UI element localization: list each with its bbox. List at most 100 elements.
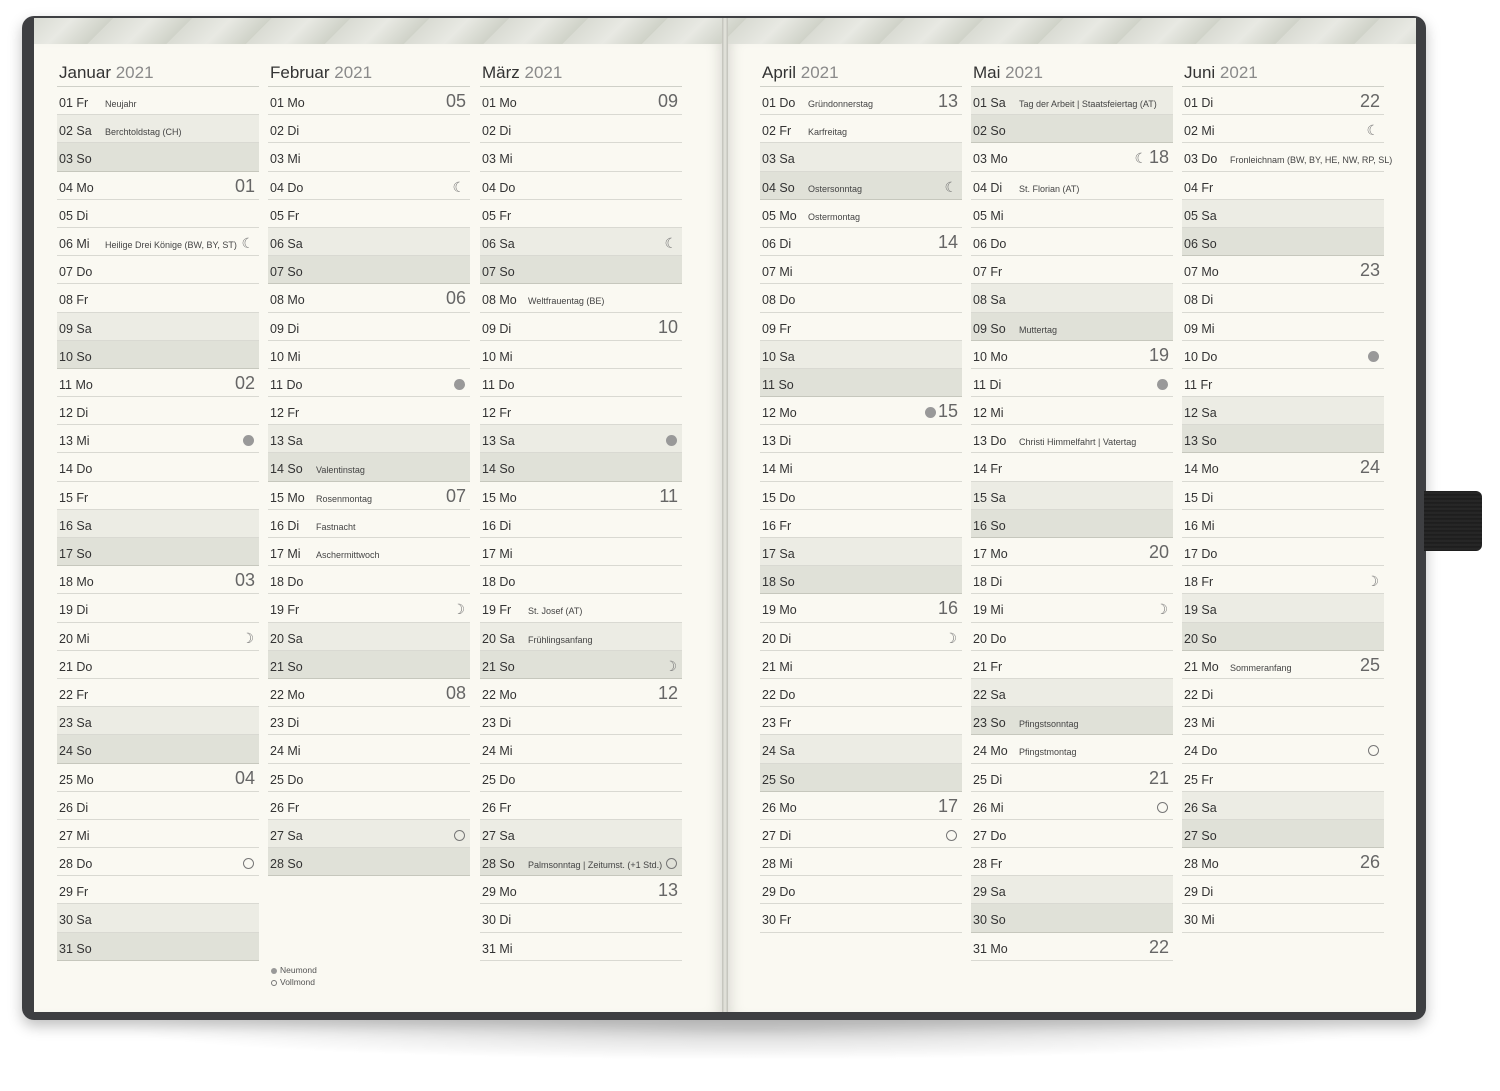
day-row[interactable]: 11 Do — [480, 369, 682, 398]
day-row[interactable]: 04 Mo 01 — [57, 172, 259, 200]
day-row[interactable]: 08 Di — [1182, 284, 1384, 313]
day-row[interactable]: 03 Mo 18 ☾ — [971, 143, 1173, 172]
day-row[interactable]: 25 Do — [480, 764, 682, 792]
day-row[interactable]: 26 Fr — [480, 792, 682, 820]
day-row[interactable]: 14 Mo 24 — [1182, 453, 1384, 482]
day-row[interactable]: 29 Fr — [57, 876, 259, 905]
day-row[interactable]: 27 So — [1182, 819, 1384, 849]
day-row[interactable]: 03 Mi — [480, 143, 682, 172]
day-row[interactable]: 22 Di — [1182, 679, 1384, 708]
day-row[interactable]: 21 Mo Sommeranfang 25 — [1182, 651, 1384, 679]
day-row[interactable]: 28 So — [268, 848, 470, 877]
day-row[interactable]: 12 Di — [57, 397, 259, 426]
day-row[interactable]: 08 Mo Weltfrauentag (BE) — [480, 284, 682, 313]
day-row[interactable]: 22 Do — [760, 679, 962, 708]
day-row[interactable]: 05 Di — [57, 200, 259, 228]
day-row[interactable]: 17 So — [57, 538, 259, 567]
day-row[interactable]: 06 Di 14 — [760, 228, 962, 257]
day-row[interactable]: 29 Sa — [971, 876, 1173, 905]
day-row[interactable]: 03 Sa — [760, 143, 962, 172]
day-row[interactable]: 30 Mi — [1182, 904, 1384, 933]
day-row[interactable]: 20 So — [1182, 622, 1384, 651]
day-row[interactable]: 10 Mi — [268, 341, 470, 369]
day-row[interactable]: 22 Mo 12 — [480, 679, 682, 708]
day-row[interactable]: 24 Mo Pfingstmontag — [971, 735, 1173, 764]
day-row[interactable]: 28 Fr — [971, 848, 1173, 877]
day-row[interactable]: 06 Sa — [268, 227, 470, 257]
day-row[interactable]: 01 Mo 09 — [480, 87, 682, 116]
day-row[interactable]: 04 Di St. Florian (AT) — [971, 172, 1173, 200]
day-row[interactable]: 26 Mi — [971, 792, 1173, 820]
day-row[interactable]: 11 Di — [971, 369, 1173, 398]
day-row[interactable]: 02 Di — [268, 115, 470, 144]
day-row[interactable]: 07 Do — [57, 256, 259, 285]
day-row[interactable]: 18 Do — [480, 566, 682, 595]
day-row[interactable]: 22 Fr — [57, 679, 259, 708]
day-row[interactable]: 08 Do — [760, 284, 962, 313]
day-row[interactable]: 06 So — [1182, 227, 1384, 257]
day-row[interactable]: 16 Di Fastnacht — [268, 510, 470, 538]
day-row[interactable]: 09 Sa — [57, 312, 259, 341]
day-row[interactable]: 24 So — [57, 735, 259, 764]
day-row[interactable]: 09 So Muttertag — [971, 312, 1173, 341]
day-row[interactable]: 20 Do — [971, 623, 1173, 651]
day-row[interactable]: 30 So — [971, 904, 1173, 933]
day-row[interactable]: 15 Mo Rosenmontag 07 — [268, 482, 470, 510]
day-row[interactable]: 13 Sa — [480, 425, 682, 454]
day-row[interactable]: 02 Sa Berchtoldstag (CH) — [57, 115, 259, 144]
day-row[interactable]: 08 Mo 06 — [268, 284, 470, 313]
day-row[interactable]: 14 So Valentinstag — [268, 453, 470, 482]
day-row[interactable]: 17 Mo 20 — [971, 538, 1173, 567]
day-row[interactable]: 28 Do — [57, 848, 259, 877]
day-row[interactable]: 03 Mi — [268, 143, 470, 172]
day-row[interactable]: 20 Mi ☽ — [57, 623, 259, 651]
day-row[interactable]: 25 Mo 04 — [57, 764, 259, 792]
day-row[interactable]: 07 Mo 23 — [1182, 256, 1384, 285]
day-row[interactable]: 01 Do Gründonnerstag 13 — [760, 87, 962, 116]
day-row[interactable]: 24 Mi — [480, 735, 682, 764]
day-row[interactable]: 28 Mo 26 — [1182, 848, 1384, 877]
day-row[interactable]: 04 Do — [480, 172, 682, 200]
day-row[interactable]: 07 Fr — [971, 256, 1173, 285]
day-row[interactable]: 23 Di — [480, 707, 682, 736]
day-row[interactable]: 29 Mo 13 — [480, 876, 682, 905]
day-row[interactable]: 20 Sa Frühlingsanfang — [480, 622, 682, 651]
day-row[interactable]: 02 So — [971, 115, 1173, 144]
day-row[interactable]: 23 Sa — [57, 707, 259, 736]
day-row[interactable]: 12 Fr — [480, 397, 682, 426]
day-row[interactable]: 19 Mo 16 — [760, 594, 962, 623]
day-row[interactable]: 30 Fr — [760, 904, 962, 933]
day-row[interactable]: 26 Fr — [268, 792, 470, 820]
day-row[interactable]: 09 Fr — [760, 313, 962, 341]
day-row[interactable]: 29 Do — [760, 876, 962, 905]
day-row[interactable]: 14 So — [480, 453, 682, 482]
day-row[interactable]: 18 Do — [268, 566, 470, 595]
day-row[interactable]: 18 Mo 03 — [57, 566, 259, 595]
day-row[interactable]: 10 Sa — [760, 340, 962, 369]
day-row[interactable]: 19 Di — [57, 594, 259, 623]
day-row[interactable]: 26 Mo 17 — [760, 792, 962, 820]
day-row[interactable]: 16 So — [971, 509, 1173, 538]
day-row[interactable]: 18 Di — [971, 566, 1173, 595]
day-row[interactable]: 02 Di — [480, 115, 682, 144]
day-row[interactable]: 19 Sa — [1182, 594, 1384, 623]
day-row[interactable]: 23 Fr — [760, 707, 962, 736]
day-row[interactable]: 19 Fr St. Josef (AT) — [480, 594, 682, 623]
day-row[interactable]: 09 Di — [268, 313, 470, 341]
day-row[interactable]: 21 Do — [57, 651, 259, 679]
day-row[interactable]: 03 So — [57, 143, 259, 172]
day-row[interactable]: 16 Mi — [1182, 510, 1384, 538]
day-row[interactable]: 24 Sa — [760, 735, 962, 764]
day-row[interactable]: 26 Di — [57, 792, 259, 820]
day-row[interactable]: 05 Mo Ostermontag — [760, 200, 962, 228]
day-row[interactable]: 03 Do Fronleichnam (BW, BY, HE, NW, RP, S… — [1182, 143, 1392, 172]
day-row[interactable]: 30 Sa — [57, 904, 259, 933]
day-row[interactable]: 05 Fr — [268, 200, 470, 228]
day-row[interactable]: 10 So — [57, 340, 259, 369]
day-row[interactable]: 06 Sa ☾ — [480, 227, 682, 257]
day-row[interactable]: 15 Mo 11 — [480, 482, 682, 510]
day-row[interactable]: 01 Fr Neujahr — [57, 87, 259, 116]
day-row[interactable]: 27 Sa — [268, 819, 470, 849]
day-row[interactable]: 14 Do — [57, 453, 259, 482]
day-row[interactable]: 23 So Pfingstsonntag — [971, 707, 1173, 736]
